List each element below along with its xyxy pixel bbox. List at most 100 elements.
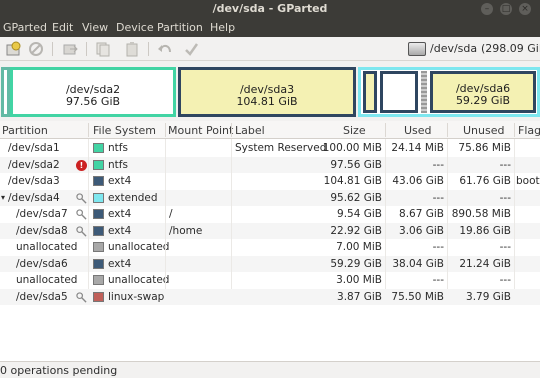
menu-device[interactable]: Device (116, 21, 154, 34)
column-gridline (165, 139, 166, 289)
status-bar: 0 operations pending (0, 361, 540, 378)
filesystem-color-swatch (93, 275, 104, 285)
column-gridline (88, 139, 89, 289)
graph-partition-sda3[interactable]: /dev/sda3 104.81 GiB (178, 67, 356, 117)
cell-used: --- (432, 191, 444, 204)
toolbar: /dev/sda (298.09 GiB) (0, 37, 540, 61)
table-row[interactable]: /dev/sda8 ext4/home 22.92 GiB 3.06 GiB 19.86… (0, 222, 540, 239)
table-row[interactable]: unallocated unallocated 7.00 MiB --- --- (0, 239, 540, 256)
cell-partition: /dev/sda3 (8, 175, 60, 187)
column-separator (447, 123, 448, 137)
column-gridline (447, 139, 448, 289)
filesystem-color-swatch (93, 258, 104, 269)
graph-partition-sda6[interactable]: /dev/sda6 59.29 GiB (430, 71, 536, 113)
table-row[interactable]: ▾/dev/sda4 extended 95.62 GiB --- --- (0, 189, 540, 206)
graph-partition-sda7[interactable] (363, 71, 377, 113)
cell-partition: /dev/sda6 (16, 257, 68, 270)
graph-label-sda6-size: 59.29 GiB (455, 94, 511, 107)
key-icon (76, 209, 87, 220)
table-row[interactable]: /dev/sda7 ext4 / 9.54 GiB 8.67 GiB 890.58 MiB (0, 206, 540, 223)
cell-unused: 890.58 MiB (451, 208, 511, 220)
cell-size: 3.87 GiB (337, 290, 382, 303)
column-size[interactable]: Size (343, 124, 366, 137)
apply-icon[interactable] (183, 41, 199, 57)
cell-filesystem: ext4 (108, 224, 132, 237)
table-row[interactable]: /dev/sda6 ext4 59.29 GiB 38.04 GiB 21.24 GiB (0, 255, 540, 272)
table-row[interactable]: /dev/sda5 linux-swap 3.87 GiB 75.50 MiB 3.79… (0, 288, 540, 305)
cell-unused: 75.86 MiB (458, 142, 511, 154)
column-partition[interactable]: Partition (2, 124, 48, 137)
warning-icon: ! (76, 159, 87, 171)
menu-gparted[interactable]: GParted (3, 21, 47, 34)
cell-used: 8.67 GiB (399, 208, 444, 220)
graph-partition-sda1[interactable] (1, 67, 10, 117)
table-row[interactable]: /dev/sda2! ntfs 97.56 GiB --- --- (0, 156, 540, 173)
column-separator (385, 123, 386, 137)
new-icon[interactable] (5, 41, 21, 57)
table-row[interactable]: /dev/sda1 ntfs System Reserved 100.00 MiB 24… (0, 140, 540, 157)
cell-used: 38.04 GiB (392, 257, 444, 270)
cell-mount-point: /home (169, 224, 203, 237)
filesystem-color-swatch (93, 176, 104, 186)
column-gridline (514, 139, 515, 289)
cell-size: 59.29 GiB (330, 257, 382, 270)
toolbar-separator (148, 42, 149, 56)
cell-used: 75.50 MiB (391, 290, 444, 303)
column-used[interactable]: Used (404, 124, 432, 137)
menu-view[interactable]: View (82, 21, 108, 34)
filesystem-color-swatch (93, 209, 104, 219)
cell-mount-point: / (169, 208, 173, 220)
filesystem-color-swatch (93, 159, 104, 170)
cell-flags: boot (516, 175, 540, 187)
graph-label-sda3-size: 104.81 GiB (236, 95, 298, 108)
expander-icon[interactable]: ▾ (1, 193, 5, 202)
cell-used: --- (432, 274, 444, 286)
menu-edit[interactable]: Edit (52, 21, 73, 34)
table-row[interactable]: unallocated unallocated 3.00 MiB --- --- (0, 272, 540, 289)
status-text: 0 operations pending (0, 364, 118, 377)
cell-partition: /dev/sda7 (16, 208, 68, 220)
menu-bar: GParted Edit View Device Partition Help (0, 18, 540, 37)
menu-partition[interactable]: Partition (157, 21, 203, 34)
cell-unused: 21.24 GiB (459, 257, 511, 270)
graph-partition-sda8[interactable] (380, 71, 418, 113)
graph-unallocated[interactable] (421, 71, 427, 113)
copy-icon[interactable] (95, 41, 111, 57)
cell-unused: 19.86 GiB (459, 224, 511, 237)
graph-label-sda2-size: 97.56 GiB (65, 95, 121, 108)
column-label[interactable]: Label (235, 124, 265, 137)
column-filesystem[interactable]: File System (93, 124, 156, 137)
undo-icon[interactable] (157, 41, 173, 57)
cell-used: 24.14 MiB (391, 142, 444, 154)
column-separator (514, 123, 515, 137)
column-unused[interactable]: Unused (463, 124, 504, 137)
cell-filesystem: extended (108, 191, 158, 204)
column-mount-point[interactable]: Mount Point (168, 124, 233, 137)
filesystem-color-swatch (93, 291, 104, 302)
paste-icon[interactable] (124, 41, 140, 57)
graph-partition-sda2[interactable]: /dev/sda2 97.56 GiB (10, 67, 176, 117)
device-name: /dev/sda (430, 42, 478, 55)
table-row[interactable]: /dev/sda3 ext4 104.81 GiB 43.06 GiB 61.76 Gi… (0, 173, 540, 190)
column-separator (88, 123, 89, 137)
cell-unused: --- (499, 191, 511, 204)
cell-used: 3.06 GiB (399, 224, 444, 237)
key-icon (76, 291, 87, 303)
cell-size: 104.81 GiB (323, 175, 382, 187)
resize-icon[interactable] (62, 41, 78, 57)
minimize-icon[interactable]: – (481, 3, 493, 15)
cell-used: 43.06 GiB (392, 175, 444, 187)
column-flags[interactable]: Flag (518, 124, 540, 137)
cell-unused: 61.76 GiB (459, 175, 511, 187)
key-icon (76, 225, 87, 237)
maximize-icon[interactable]: □ (500, 3, 512, 15)
cell-size: 7.00 MiB (336, 241, 382, 253)
cell-size: 22.92 GiB (330, 224, 382, 237)
cell-unused: --- (499, 158, 511, 171)
window-title: /dev/sda - GParted (212, 2, 328, 15)
column-gridline (231, 139, 232, 289)
delete-icon[interactable] (28, 41, 44, 57)
partition-table: Partition File System Mount Point Label … (0, 121, 540, 361)
close-icon[interactable]: × (519, 3, 531, 15)
menu-help[interactable]: Help (210, 21, 235, 34)
